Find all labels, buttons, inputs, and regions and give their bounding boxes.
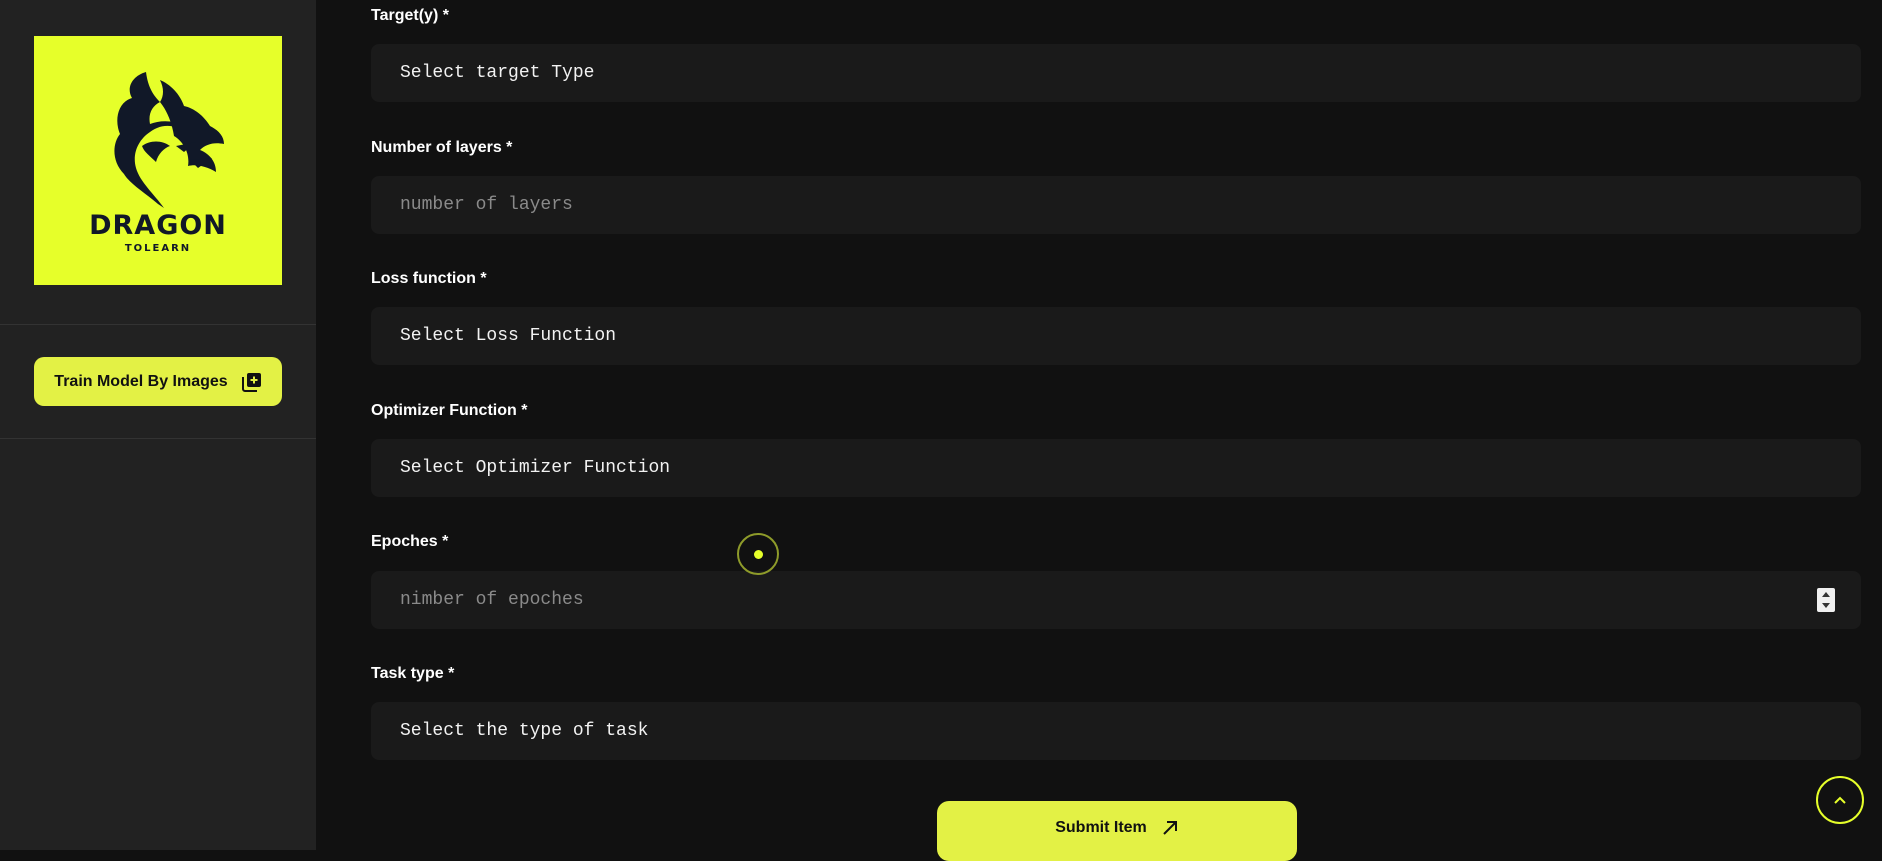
logo-wordmark: DRAGON — [89, 210, 227, 241]
scroll-to-top-button[interactable] — [1816, 776, 1864, 824]
sidebar-divider-top — [0, 324, 316, 325]
task-type-select[interactable]: Select the type of task — [371, 702, 1861, 760]
epoches-label: Epoches * — [371, 533, 449, 550]
submit-button-label: Submit Item — [1055, 819, 1147, 836]
target-select[interactable]: Select target Type — [371, 44, 1861, 102]
spinner-down-icon[interactable] — [1822, 603, 1830, 608]
loss-function-label: Loss function * — [371, 270, 487, 287]
arrow-up-right-icon — [1163, 821, 1177, 835]
add-images-icon — [241, 372, 261, 392]
spinner-up-icon[interactable] — [1822, 592, 1830, 597]
number-spinner[interactable] — [1817, 588, 1835, 612]
cursor-dot — [754, 550, 763, 559]
dragon-logo[interactable]: DRAGON TOLEARN — [34, 36, 282, 285]
sidebar: DRAGON TOLEARN Train Model By Images — [0, 0, 316, 850]
target-label: Target(y) * — [371, 7, 449, 24]
loss-function-select[interactable]: Select Loss Function — [371, 307, 1861, 365]
epoches-placeholder: nimber of epoches — [400, 590, 584, 610]
epoches-input[interactable]: nimber of epoches — [371, 571, 1861, 629]
number-of-layers-input[interactable]: number of layers — [371, 176, 1861, 234]
submit-item-button[interactable]: Submit Item — [937, 801, 1297, 861]
train-model-by-images-button[interactable]: Train Model By Images — [34, 357, 282, 406]
optimizer-function-label: Optimizer Function * — [371, 402, 528, 419]
sidebar-divider-bottom — [0, 438, 316, 439]
task-type-label: Task type * — [371, 665, 455, 682]
optimizer-function-select[interactable]: Select Optimizer Function — [371, 439, 1861, 497]
number-of-layers-label: Number of layers * — [371, 139, 513, 156]
logo-tagline: TOLEARN — [124, 243, 192, 254]
chevron-up-icon — [1834, 796, 1846, 804]
train-button-label: Train Model By Images — [54, 372, 228, 390]
